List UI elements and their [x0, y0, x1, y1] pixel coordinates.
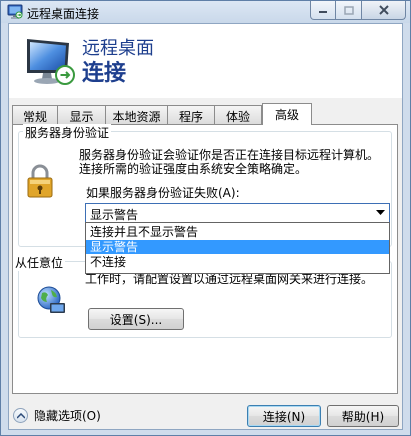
maximize-icon	[343, 5, 354, 15]
remote-desktop-app-icon	[7, 4, 23, 19]
remote-desktop-monitor-icon	[27, 39, 75, 85]
option-show-warning[interactable]: 显示警告	[86, 240, 389, 254]
header-title-line2: 连接	[82, 61, 127, 86]
minimize-button[interactable]	[310, 1, 336, 20]
connect-button[interactable]: 连接(N)	[247, 405, 321, 427]
close-button[interactable]	[362, 1, 406, 20]
option-do-not-connect[interactable]: 不连接	[86, 255, 389, 269]
auth-failure-options-list: 连接并且不显示警告 显示警告 不连接	[85, 222, 390, 274]
dialog-body: 远程桌面 连接 常规 显示 本地资源 程序 体验 高级 服务器身份验证 服务器身…	[8, 23, 403, 430]
gateway-legend: 从任意位	[13, 254, 66, 271]
rdp-window: 远程桌面连接 远程桌面 连接 常规 显示 本地资源 程序 体验 高级 服务器身份…	[0, 0, 411, 436]
tab-advanced[interactable]: 高级	[262, 103, 312, 125]
auth-failure-select[interactable]: 显示警告	[85, 203, 390, 223]
option-connect-no-warning[interactable]: 连接并且不显示警告	[86, 225, 389, 239]
server-auth-legend: 服务器身份验证	[23, 124, 112, 141]
help-button[interactable]: 帮助(H)	[327, 405, 399, 427]
gateway-settings-button[interactable]: 设置(S)...	[88, 308, 184, 330]
gateway-description: 工作时，请配置设置以通过远程桌面网关来进行连接。	[85, 272, 374, 286]
hide-options-toggle[interactable]: 隐藏选项(O)	[13, 407, 101, 424]
tab-local-resources[interactable]: 本地资源	[105, 105, 168, 124]
tab-display[interactable]: 显示	[57, 105, 106, 124]
advanced-tab-panel: 服务器身份验证 服务器身份验证会验证你是否正在连接目标远程计算机。连接所需的验证…	[12, 124, 398, 394]
globe-network-icon	[37, 286, 65, 313]
hide-options-label: 隐藏选项(O)	[34, 409, 101, 423]
title-bar[interactable]: 远程桌面连接	[1, 1, 410, 23]
server-auth-description: 服务器身份验证会验证你是否正在连接目标远程计算机。连接所需的验证强度由系统安全策…	[79, 148, 380, 176]
close-icon	[378, 5, 389, 15]
auth-failure-label: 如果服务器身份验证失败(A):	[86, 186, 240, 200]
minimize-icon	[319, 11, 327, 13]
padlock-icon	[27, 164, 53, 198]
chevron-up-icon	[13, 408, 28, 423]
window-controls	[310, 1, 406, 20]
dialog-header: 远程桌面 连接	[9, 24, 402, 98]
tab-programs[interactable]: 程序	[167, 105, 215, 124]
maximize-button[interactable]	[336, 1, 362, 20]
auth-failure-selected-value: 显示警告	[90, 208, 139, 222]
window-title: 远程桌面连接	[27, 7, 100, 21]
chevron-down-icon	[376, 210, 385, 215]
tab-general[interactable]: 常规	[12, 105, 58, 124]
tab-experience[interactable]: 体验	[214, 105, 262, 124]
